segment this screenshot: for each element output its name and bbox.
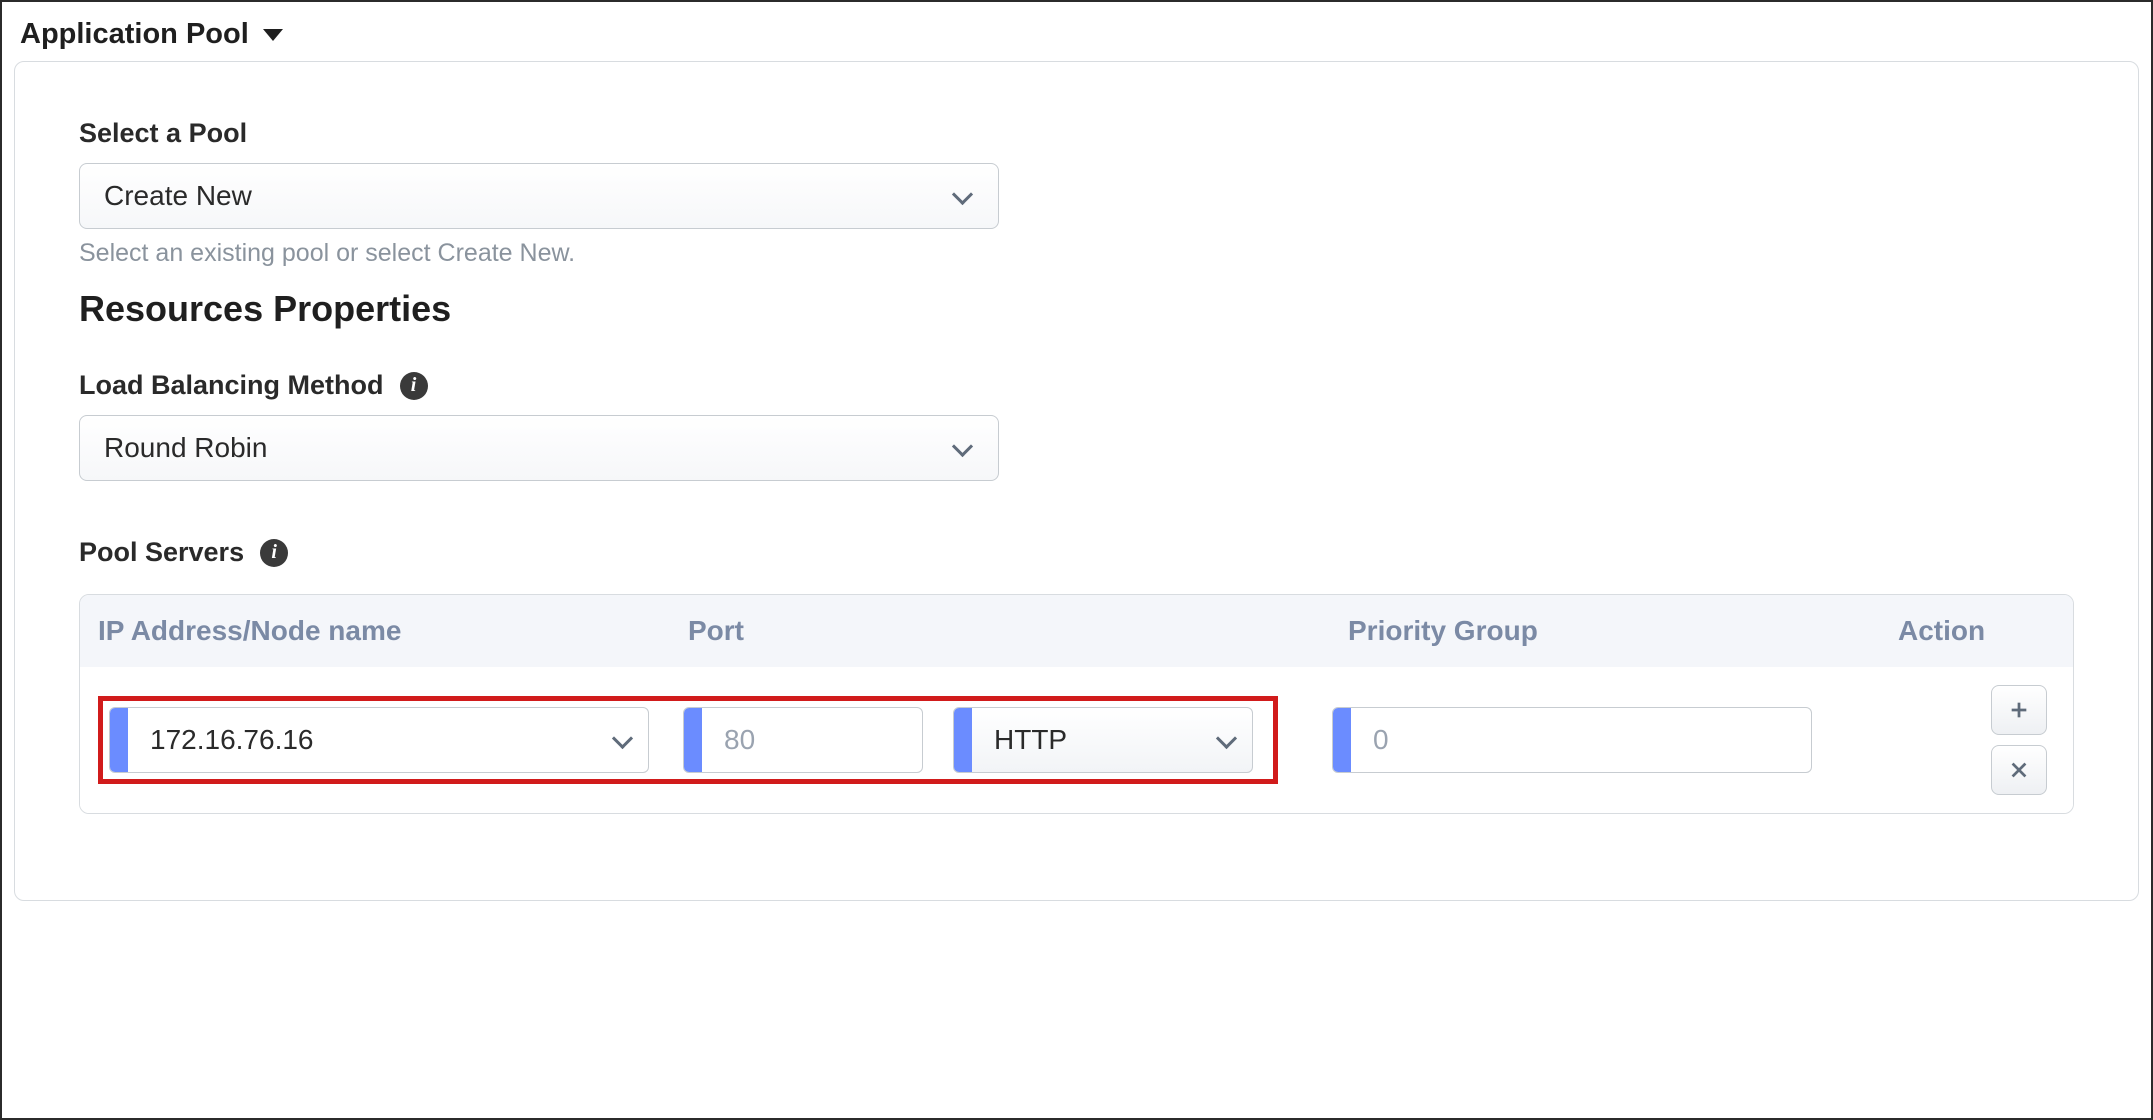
plus-icon bbox=[2008, 699, 2030, 721]
protocol-value: HTTP bbox=[972, 708, 1202, 772]
select-pool-help: Select an existing pool or select Create… bbox=[79, 239, 2074, 268]
add-row-button[interactable] bbox=[1991, 685, 2047, 735]
remove-row-button[interactable] bbox=[1991, 745, 2047, 795]
table-row: 172.16.76.16 80 HTTP bbox=[80, 667, 2073, 813]
lb-method-dropdown[interactable]: Round Robin bbox=[79, 415, 999, 481]
lb-method-label: Load Balancing Method i bbox=[79, 370, 2074, 401]
input-indicator-bar bbox=[110, 708, 128, 772]
col-header-port: Port bbox=[688, 615, 1348, 647]
protocol-dropdown[interactable]: HTTP bbox=[953, 707, 1253, 773]
pool-servers-label: Pool Servers i bbox=[79, 537, 2074, 568]
resources-properties-heading: Resources Properties bbox=[79, 288, 2074, 330]
table-header: IP Address/Node name Port Priority Group… bbox=[80, 595, 2073, 667]
input-indicator-bar bbox=[684, 708, 702, 772]
chevron-down-icon bbox=[952, 437, 974, 459]
chevron-down-icon bbox=[612, 729, 634, 751]
caret-down-icon bbox=[263, 29, 283, 41]
row-actions bbox=[1991, 685, 2055, 795]
input-indicator-bar bbox=[1333, 708, 1351, 772]
lb-method-value: Round Robin bbox=[104, 432, 267, 464]
port-input[interactable]: 80 bbox=[683, 707, 923, 773]
info-icon[interactable]: i bbox=[400, 372, 428, 400]
section-header-application-pool[interactable]: Application Pool bbox=[14, 18, 2139, 51]
priority-group-input[interactable]: 0 bbox=[1332, 707, 1812, 773]
select-pool-label: Select a Pool bbox=[79, 118, 2074, 149]
pool-servers-table: IP Address/Node name Port Priority Group… bbox=[79, 594, 2074, 814]
pool-servers-label-text: Pool Servers bbox=[79, 537, 244, 568]
ip-node-value: 172.16.76.16 bbox=[128, 708, 598, 772]
application-pool-panel: Select a Pool Create New Select an exist… bbox=[14, 61, 2139, 901]
col-header-pg: Priority Group bbox=[1348, 615, 1898, 647]
ip-node-input[interactable]: 172.16.76.16 bbox=[109, 707, 649, 773]
col-header-action: Action bbox=[1898, 615, 2055, 647]
lb-method-label-text: Load Balancing Method bbox=[79, 370, 384, 401]
close-icon bbox=[2008, 759, 2030, 781]
highlighted-group: 172.16.76.16 80 HTTP bbox=[98, 696, 1278, 784]
priority-placeholder: 0 bbox=[1351, 708, 1811, 772]
input-indicator-bar bbox=[954, 708, 972, 772]
section-title: Application Pool bbox=[20, 18, 249, 51]
select-pool-dropdown[interactable]: Create New bbox=[79, 163, 999, 229]
chevron-down-icon bbox=[952, 185, 974, 207]
info-icon[interactable]: i bbox=[260, 539, 288, 567]
port-placeholder: 80 bbox=[702, 708, 922, 772]
chevron-down-icon bbox=[1216, 729, 1238, 751]
col-header-ip: IP Address/Node name bbox=[98, 615, 688, 647]
select-pool-value: Create New bbox=[104, 180, 252, 212]
